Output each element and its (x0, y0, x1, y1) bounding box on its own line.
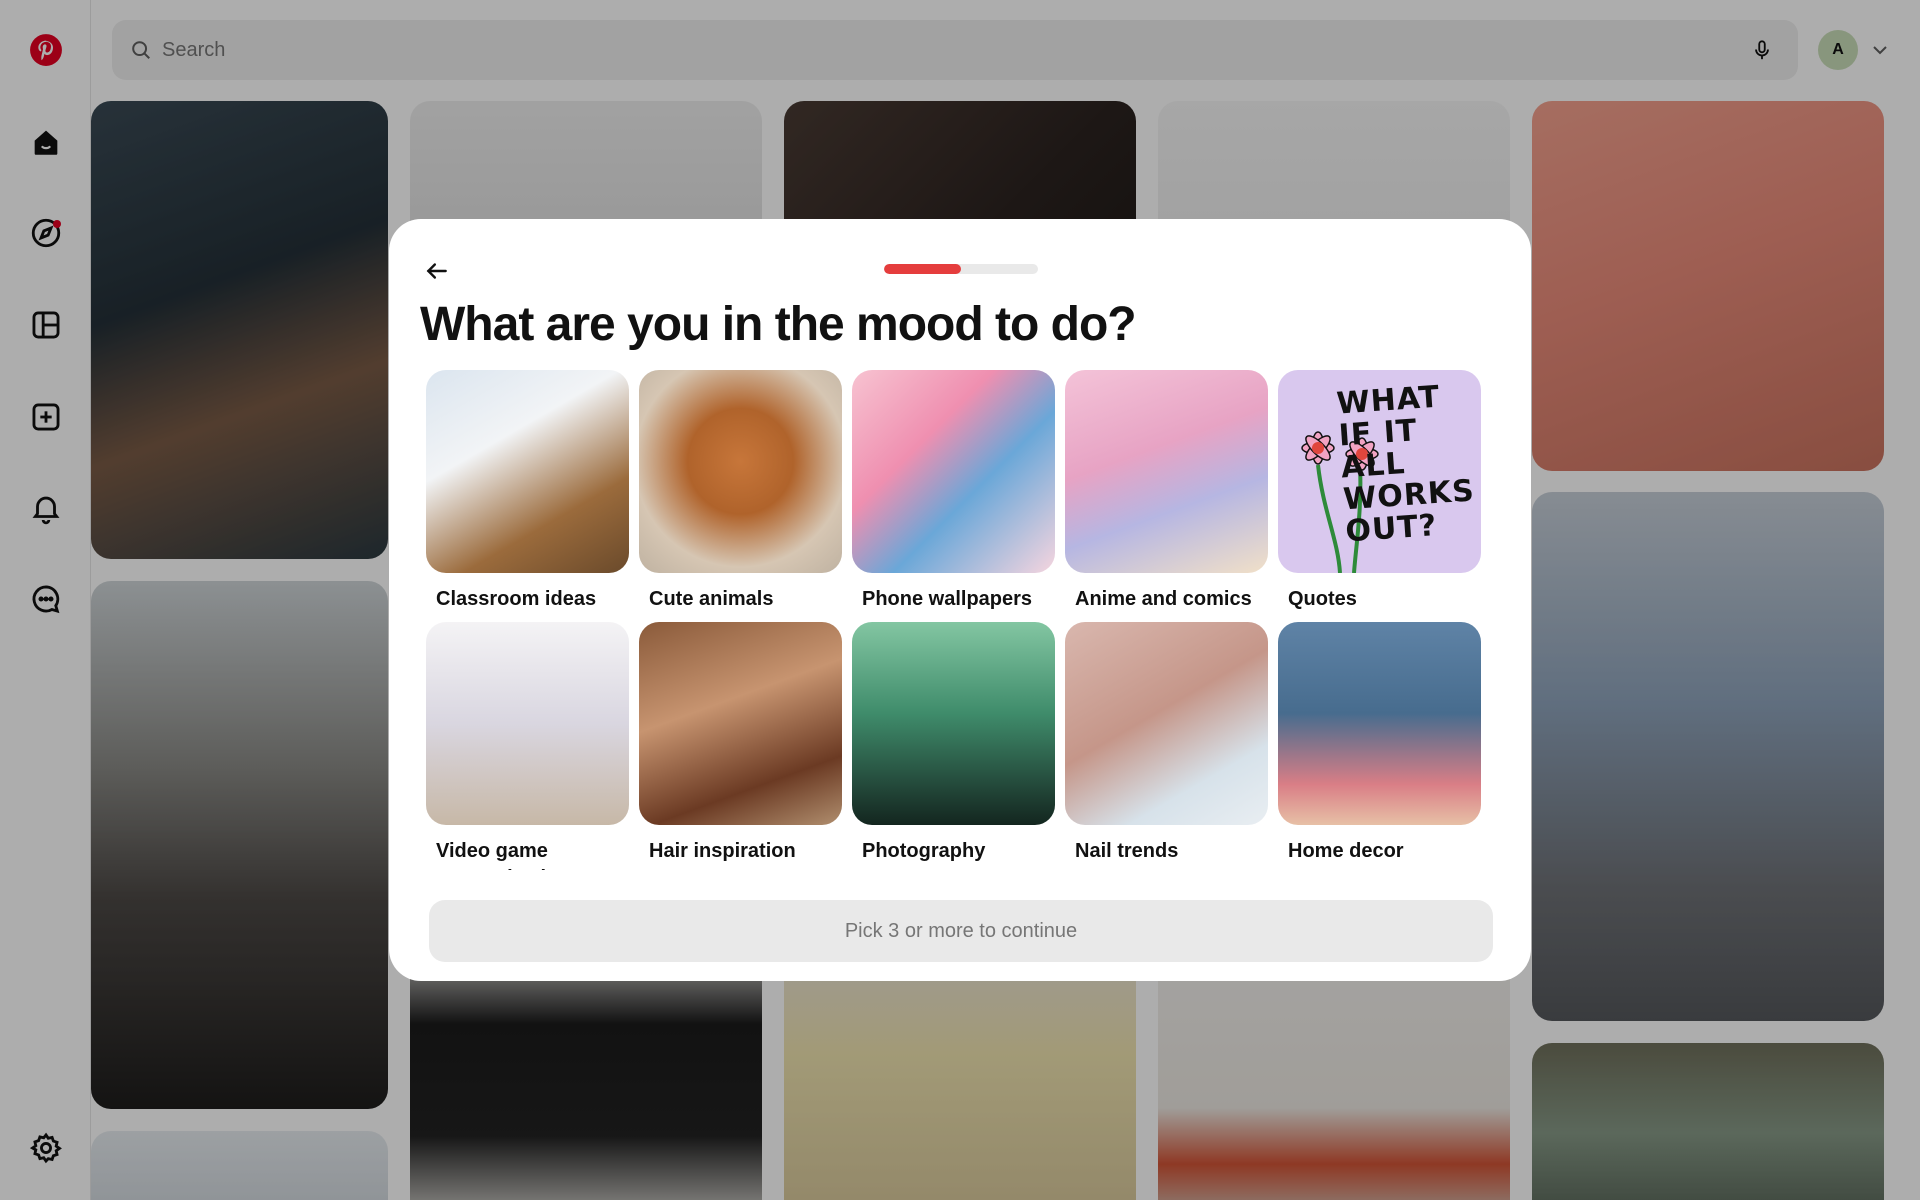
topic-card-video-game-customization[interactable]: Video game customization (426, 622, 629, 870)
topic-thumbnail (426, 622, 629, 825)
progress-bar (884, 264, 1038, 274)
topic-label: Anime and comics (1075, 588, 1252, 610)
topic-thumbnail: WHAT IF IT ALL WORKS OUT? (1278, 370, 1481, 573)
topic-label: Phone wallpapers (862, 588, 1033, 610)
topic-card-anime-and-comics[interactable]: Anime and comics (1065, 370, 1268, 613)
topic-thumbnail (852, 622, 1055, 825)
topic-card-hair-inspiration[interactable]: Hair inspiration (639, 622, 842, 865)
progress-fill (884, 264, 961, 274)
topic-picker-modal: What are you in the mood to do? Classroo… (389, 219, 1531, 981)
topic-label: Quotes (1288, 588, 1357, 610)
topic-card-phone-wallpapers[interactable]: Phone wallpapers (852, 370, 1055, 613)
topic-card-quotes[interactable]: WHAT IF IT ALL WORKS OUT? Quotes (1278, 370, 1481, 613)
topic-label: Home decor (1288, 840, 1404, 862)
topic-thumbnail (852, 370, 1055, 573)
topic-thumbnail (426, 370, 629, 573)
modal-title: What are you in the mood to do? (420, 298, 1137, 351)
topic-card-classroom-ideas[interactable]: Classroom ideas (426, 370, 629, 613)
topic-thumbnail (1065, 622, 1268, 825)
topic-card-cute-animals[interactable]: Cute animals (639, 370, 842, 613)
topic-label: Nail trends (1075, 840, 1179, 862)
arrow-left-icon (426, 263, 447, 279)
topic-label: Video game customization (436, 840, 570, 870)
topic-thumbnail (1065, 370, 1268, 573)
topic-label: Cute animals (649, 588, 774, 610)
topic-card-nail-trends[interactable]: Nail trends (1065, 622, 1268, 865)
topic-label: Classroom ideas (436, 588, 597, 610)
quote-thumbnail-text: WHAT IF IT ALL WORKS OUT? (1335, 379, 1476, 550)
topic-label: Hair inspiration (649, 840, 796, 862)
topic-thumbnail (1278, 622, 1481, 825)
continue-button[interactable]: Pick 3 or more to continue (429, 900, 1493, 962)
topic-label: Photography (862, 840, 986, 862)
topic-card-home-decor[interactable]: Home decor (1278, 622, 1481, 865)
topic-card-photography[interactable]: Photography (852, 622, 1055, 865)
back-button[interactable] (417, 251, 457, 291)
topic-thumbnail (639, 622, 842, 825)
topic-thumbnail (639, 370, 842, 573)
topic-grid: Classroom ideas Cute animals Phone wallp… (426, 370, 1496, 870)
